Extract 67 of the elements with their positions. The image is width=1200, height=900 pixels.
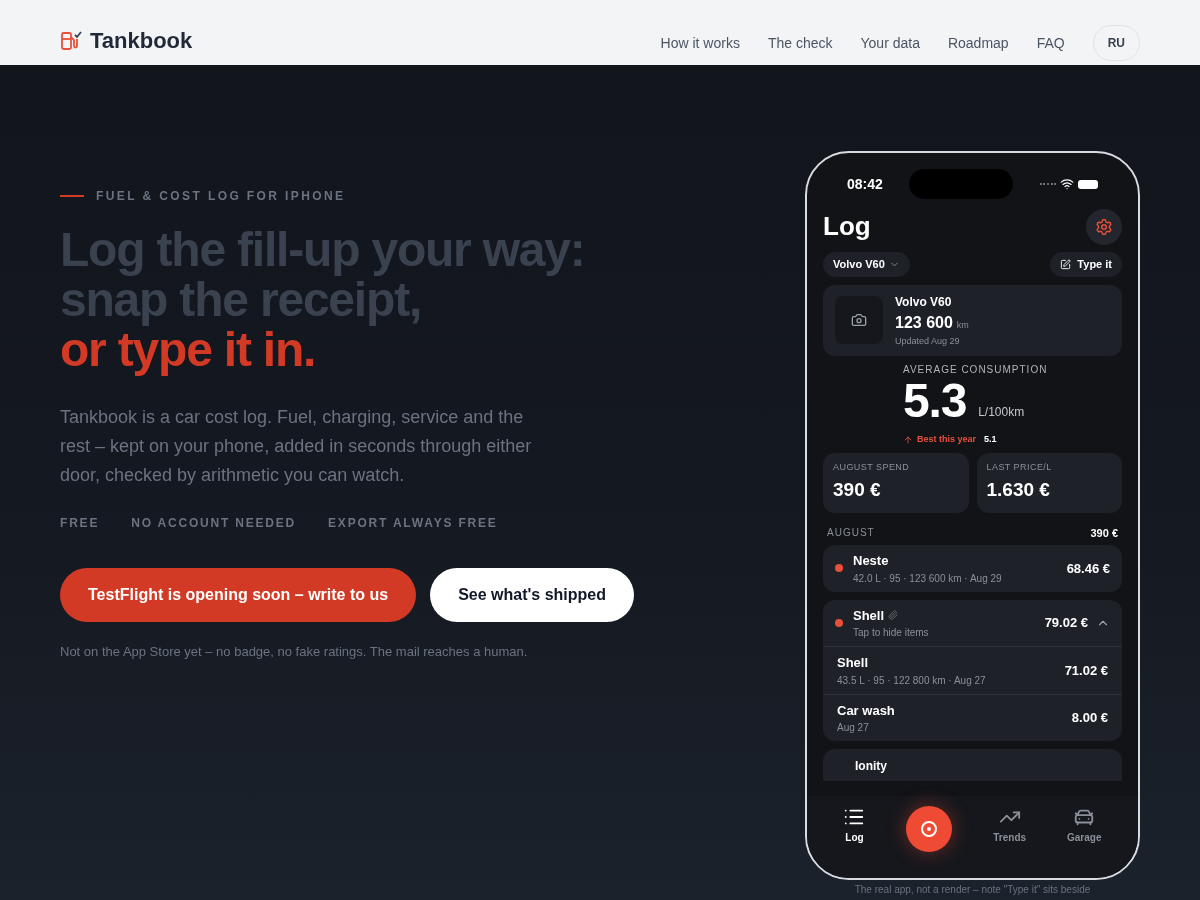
entry-card[interactable]: Neste 42.0 L · 95 · 123 600 km · Aug 29 68.46 €: [823, 545, 1122, 592]
tab-item[interactable]: Trends: [993, 806, 1027, 845]
entry-name: Car wash: [837, 701, 895, 720]
headline-line: or type it in.: [60, 325, 316, 375]
nav-link[interactable]: Roadmap: [947, 32, 1009, 54]
eyebrow-label: FUEL & COST LOG FOR IPHONE: [96, 188, 346, 205]
best-value: 5.1: [984, 433, 997, 446]
gear-icon: [1095, 217, 1113, 236]
entry-name: Neste: [853, 552, 890, 570]
entry-name: Shell: [853, 606, 885, 625]
paperclip-icon: [888, 610, 899, 621]
tab-item[interactable]: Garage: [1067, 806, 1102, 845]
odometer-unit: km: [956, 318, 969, 332]
vehicle-picker[interactable]: Volvo V60: [823, 252, 910, 277]
feature-label: FREE: [60, 515, 100, 532]
car-name: Volvo V60: [895, 293, 953, 311]
entry-amount: 8.00 €: [1071, 709, 1108, 727]
entry-detail: 42.0 L · 95 · 123 600 km · Aug 29: [853, 571, 1002, 586]
entry-detail: Tap to hide items: [853, 626, 929, 640]
battery-icon: [1078, 179, 1098, 189]
entry-detail: 43.5 L · 95 · 122 800 km · Aug 27: [837, 673, 986, 688]
consumption-value: 5.3: [903, 377, 967, 425]
month-label: AUGUST: [827, 526, 875, 541]
fuel-pump-icon: [60, 30, 82, 51]
contact-button[interactable]: TestFlight is opening soon – write to us: [60, 568, 417, 622]
month-total: 390 €: [1090, 525, 1118, 541]
camera-icon: [851, 312, 867, 329]
type-it-button[interactable]: Type it: [1050, 252, 1122, 277]
nav-link[interactable]: How it works: [660, 32, 740, 54]
entry-amount: 79.02 €: [1044, 614, 1088, 632]
settings-button[interactable]: [1086, 208, 1122, 245]
entry-item[interactable]: Shell 43.5 L · 95 · 122 800 km · Aug 27 71.02 €: [823, 646, 1122, 694]
scan-button[interactable]: [906, 806, 953, 852]
consumption-unit: L/100km: [978, 404, 1025, 421]
entry-amount: 68.46 €: [1066, 559, 1110, 578]
nav-link[interactable]: Your data: [860, 32, 920, 54]
availability-note: Not on the App Store yet – no badge, no fake ratings. The mail reaches a human.: [60, 643, 529, 661]
updated-date: Updated Aug 29: [895, 334, 961, 348]
accent-rule: [60, 195, 84, 197]
edit-icon: [1060, 258, 1072, 270]
best-label: Best this year: [917, 433, 977, 446]
stat-label: LAST PRICE/L: [986, 460, 1053, 474]
screen-title: Log: [823, 210, 871, 243]
wifi-icon: [1060, 177, 1074, 191]
feature-label: NO ACCOUNT NEEDED: [131, 515, 297, 532]
stat-label: AUGUST SPEND: [833, 460, 911, 474]
tab-item[interactable]: Log: [843, 806, 866, 845]
arrow-up-icon: [903, 434, 913, 445]
entry-item[interactable]: Car wash Aug 27 8.00 €: [823, 693, 1122, 741]
intro-paragraph: Tankbook is a car cost log. Fuel, charging, service and the rest – kept on your phone, added in seconds through either door, checked by arithmetic you can watch.: [60, 406, 533, 487]
feature-label: EXPORT ALWAYS FREE: [328, 515, 498, 532]
phone-caption: The real app, not a render – note "Type it" sits beside: [854, 884, 1091, 896]
nav-link[interactable]: FAQ: [1036, 32, 1065, 54]
target-icon: [921, 821, 938, 837]
entry-detail: Aug 27: [837, 721, 870, 735]
entry-amount: 71.02 €: [1064, 661, 1108, 680]
consumption-label: AVERAGE CONSUMPTION: [903, 363, 1048, 377]
stat-value: 1.630 €: [986, 478, 1051, 502]
entry-name: Shell: [837, 654, 870, 672]
nav-link[interactable]: The check: [767, 32, 833, 54]
status-time: 08:42: [847, 174, 883, 194]
entry-name: Ionity: [855, 759, 887, 773]
stat-value: 390 €: [833, 478, 882, 502]
odometer-value: 123 600: [895, 312, 953, 333]
brand-name: Tankbook: [90, 27, 193, 55]
entry-card[interactable]: Ionity: [823, 749, 1122, 781]
shipped-button[interactable]: See what's shipped: [430, 568, 634, 622]
